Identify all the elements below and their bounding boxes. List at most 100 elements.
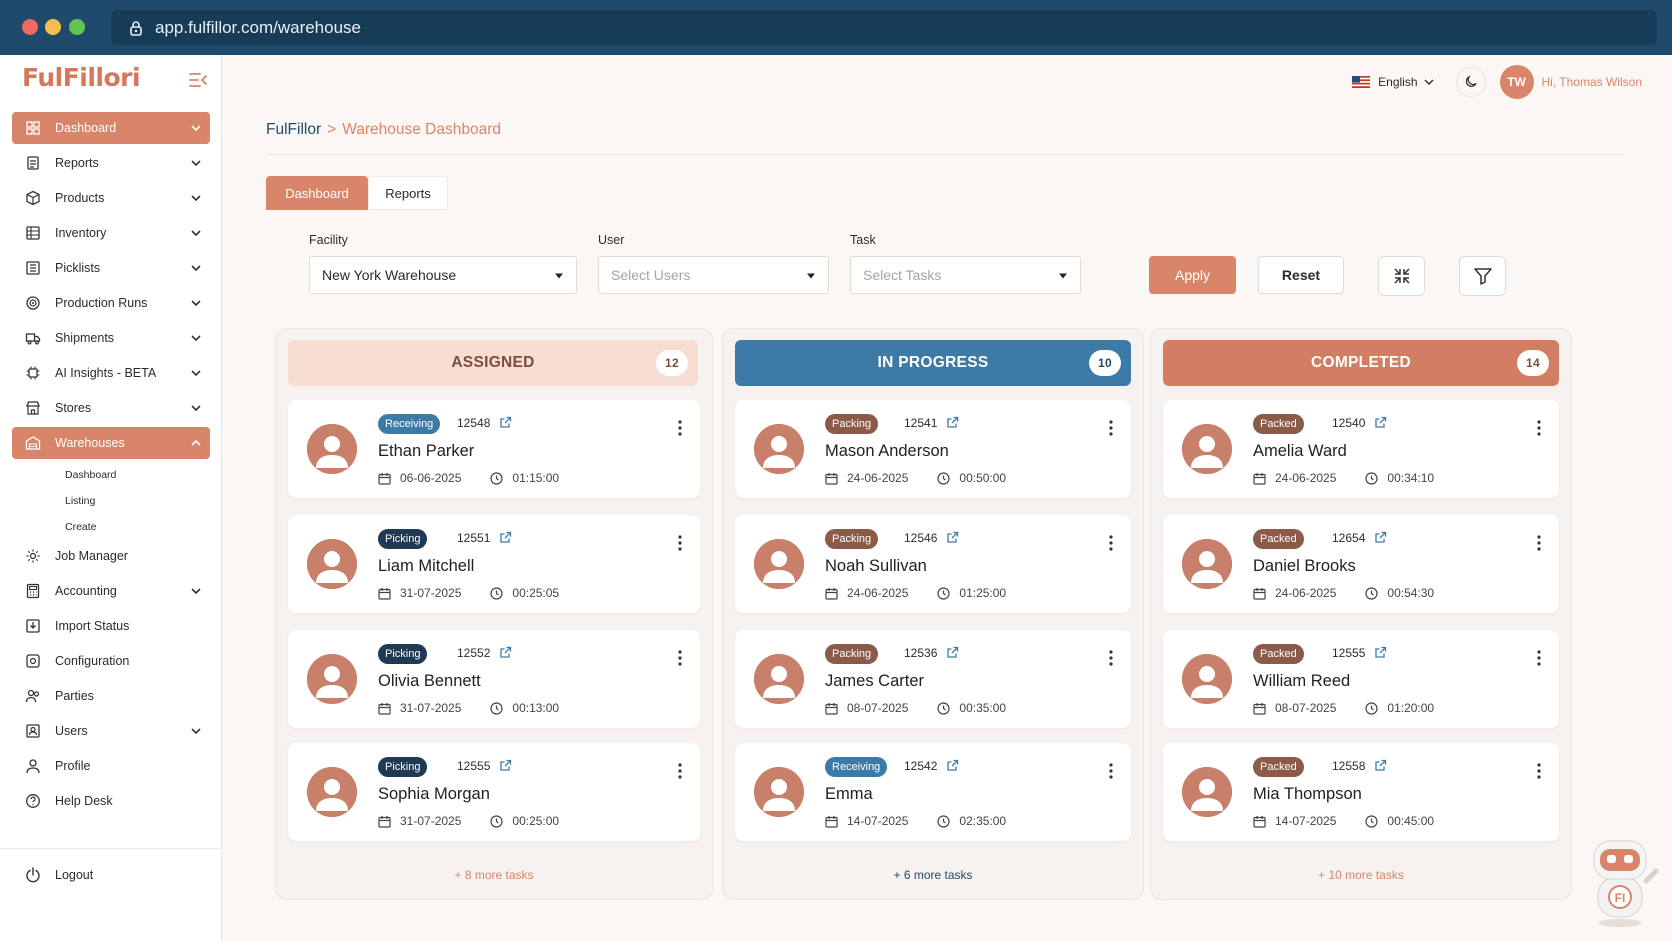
- sidebar-subitem-listing[interactable]: Listing: [12, 488, 210, 514]
- user-greeting[interactable]: Hi, Thomas Wilson: [1542, 75, 1642, 89]
- sidebar-item-reports[interactable]: Reports: [12, 147, 210, 179]
- external-link-icon[interactable]: [499, 646, 512, 659]
- sidebar-item-label: Reports: [55, 156, 99, 170]
- sidebar-subitem-create[interactable]: Create: [12, 514, 210, 540]
- external-link-icon[interactable]: [1374, 531, 1387, 544]
- task-card[interactable]: Receiving 12548 Ethan Parker 06-06-2025 01:1…: [288, 400, 700, 498]
- apply-button[interactable]: Apply: [1149, 256, 1236, 294]
- more-tasks-link[interactable]: + 10 more tasks: [1151, 868, 1571, 882]
- more-options-icon[interactable]: [1109, 650, 1113, 666]
- sidebar-item-profile[interactable]: Profile: [12, 750, 210, 782]
- more-options-icon[interactable]: [1537, 763, 1541, 779]
- task-card[interactable]: Packed 12558 Mia Thompson 14-07-2025 00:45:0…: [1163, 743, 1559, 841]
- more-tasks-link[interactable]: + 8 more tasks: [276, 868, 712, 882]
- sidebar-item-picklists[interactable]: Picklists: [12, 252, 210, 284]
- sidebar-item-dashboard[interactable]: Dashboard: [12, 112, 210, 144]
- external-link-icon[interactable]: [1374, 416, 1387, 429]
- reset-button[interactable]: Reset: [1258, 256, 1344, 294]
- more-options-icon[interactable]: [678, 650, 682, 666]
- language-selector[interactable]: English: [1352, 75, 1434, 89]
- task-select[interactable]: Select Tasks: [850, 256, 1081, 294]
- sidebar-item-stores[interactable]: Stores: [12, 392, 210, 424]
- sidebar-item-configuration[interactable]: Configuration: [12, 645, 210, 677]
- address-bar[interactable]: app.fulfillor.com/warehouse: [111, 10, 1657, 45]
- external-link-icon[interactable]: [946, 646, 959, 659]
- sidebar-item-shipments[interactable]: Shipments: [12, 322, 210, 354]
- more-options-icon[interactable]: [1109, 420, 1113, 436]
- more-options-icon[interactable]: [1537, 420, 1541, 436]
- external-link-icon[interactable]: [499, 531, 512, 544]
- task-card[interactable]: Packed 12540 Amelia Ward 24-06-2025 00:34:10: [1163, 400, 1559, 498]
- window-close-dot[interactable]: [22, 19, 38, 35]
- task-meta: 31-07-2025 00:25:00: [378, 814, 559, 828]
- task-card[interactable]: Packed 12654 Daniel Brooks 24-06-2025 00:54:…: [1163, 515, 1559, 613]
- external-link-icon[interactable]: [1374, 646, 1387, 659]
- more-options-icon[interactable]: [1109, 763, 1113, 779]
- sidebar-item-job-manager[interactable]: Job Manager: [12, 540, 210, 572]
- filter-button[interactable]: [1459, 256, 1506, 296]
- collapse-view-button[interactable]: [1378, 256, 1425, 296]
- more-options-icon[interactable]: [1537, 535, 1541, 551]
- collapse-sidebar-icon[interactable]: [188, 71, 208, 89]
- external-link-icon[interactable]: [499, 759, 512, 772]
- sidebar-item-parties[interactable]: Parties: [12, 680, 210, 712]
- facility-select[interactable]: New York Warehouse: [309, 256, 577, 294]
- us-flag-icon: [1352, 76, 1371, 88]
- assignee-name: Mia Thompson: [1253, 785, 1362, 803]
- more-options-icon[interactable]: [678, 763, 682, 779]
- sidebar-item-inventory[interactable]: Inventory: [12, 217, 210, 249]
- target-icon: [26, 296, 40, 310]
- window-minimize-dot[interactable]: [45, 19, 61, 35]
- external-link-icon[interactable]: [946, 416, 959, 429]
- facility-value: New York Warehouse: [322, 267, 457, 283]
- calendar-icon: [1253, 702, 1266, 715]
- person-icon: [1182, 424, 1232, 474]
- warehouse-icon: [25, 436, 41, 450]
- theme-toggle-button[interactable]: [1455, 67, 1486, 97]
- tab-reports[interactable]: Reports: [368, 176, 448, 210]
- person-icon: [754, 424, 804, 474]
- sidebar-item-production-runs[interactable]: Production Runs: [12, 287, 210, 319]
- task-type-badge: Packing: [825, 529, 879, 549]
- sidebar-item-accounting[interactable]: Accounting: [12, 575, 210, 607]
- assistant-bot-icon[interactable]: FI: [1580, 833, 1660, 929]
- logout-button[interactable]: Logout: [12, 859, 210, 891]
- task-card[interactable]: Picking 12555 Sophia Morgan 31-07-2025 00:25…: [288, 743, 700, 841]
- clock-icon: [490, 701, 503, 715]
- sidebar-item-import-status[interactable]: Import Status: [12, 610, 210, 642]
- sidebar-item-help-desk[interactable]: Help Desk: [12, 785, 210, 817]
- more-options-icon[interactable]: [678, 420, 682, 436]
- task-card[interactable]: Packing 12541 Mason Anderson 24-06-2025 00:5…: [735, 400, 1131, 498]
- sidebar-subitem-dashboard[interactable]: Dashboard: [12, 462, 210, 488]
- task-meta: 31-07-2025 00:13:00: [378, 701, 559, 715]
- breadcrumb-root[interactable]: FulFillor: [266, 121, 321, 139]
- brand-logo[interactable]: FulFillori: [22, 63, 141, 92]
- more-tasks-link[interactable]: + 6 more tasks: [723, 868, 1143, 882]
- task-card[interactable]: Packing 12536 James Carter 08-07-2025 00:35:…: [735, 630, 1131, 728]
- more-options-icon[interactable]: [678, 535, 682, 551]
- external-link-icon[interactable]: [499, 416, 512, 429]
- sidebar-item-warehouses[interactable]: Warehouses: [12, 427, 210, 459]
- task-meta: 24-06-2025 00:54:30: [1253, 586, 1434, 600]
- sidebar-item-products[interactable]: Products: [12, 182, 210, 214]
- sidebar-item-label: Import Status: [55, 619, 130, 633]
- more-options-icon[interactable]: [1537, 650, 1541, 666]
- user-select[interactable]: Select Users: [598, 256, 829, 294]
- sidebar-item-users[interactable]: Users: [12, 715, 210, 747]
- box-icon: [26, 190, 40, 206]
- task-card[interactable]: Packed 12555 William Reed 08-07-2025 01:20:0…: [1163, 630, 1559, 728]
- sidebar-item-ai-insights-beta[interactable]: AI Insights - BETA: [12, 357, 210, 389]
- more-options-icon[interactable]: [1109, 535, 1113, 551]
- task-card[interactable]: Receiving 12542 Emma 14-07-2025 02:35:00: [735, 743, 1131, 841]
- task-card[interactable]: Picking 12551 Liam Mitchell 31-07-2025 00:25…: [288, 515, 700, 613]
- task-card[interactable]: Picking 12552 Olivia Bennett 31-07-2025 00:1…: [288, 630, 700, 728]
- external-link-icon[interactable]: [946, 531, 959, 544]
- user-avatar[interactable]: TW: [1499, 65, 1534, 99]
- tab-dashboard[interactable]: Dashboard: [266, 176, 368, 210]
- task-card[interactable]: Packing 12546 Noah Sullivan 24-06-2025 01:25…: [735, 515, 1131, 613]
- window-maximize-dot[interactable]: [69, 19, 85, 35]
- avatar: [1182, 654, 1232, 704]
- external-link-icon[interactable]: [946, 759, 959, 772]
- clock-icon: [1365, 814, 1378, 828]
- external-link-icon[interactable]: [1374, 759, 1387, 772]
